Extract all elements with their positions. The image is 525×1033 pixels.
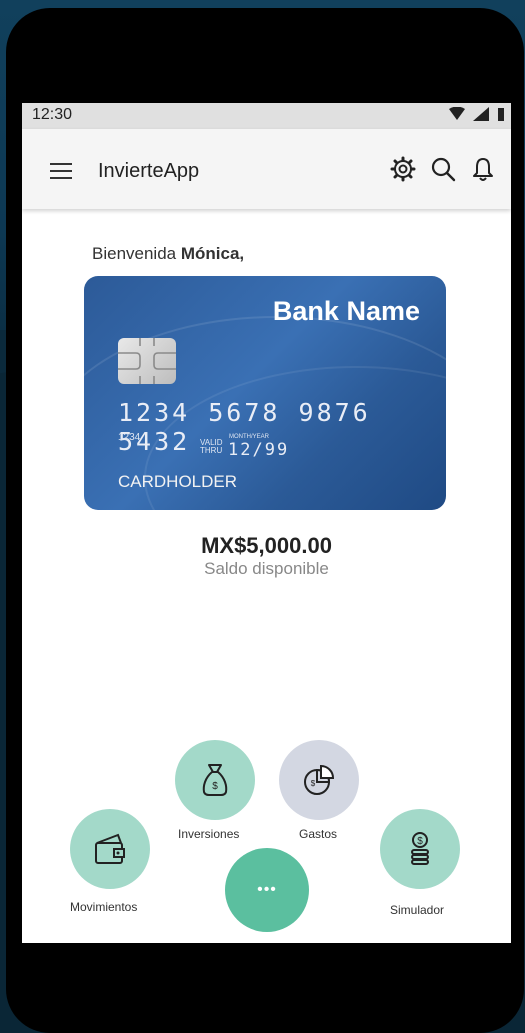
money-bag-icon: $ [202,764,228,796]
coins-icon: $ [411,832,429,865]
movimientos-button[interactable] [70,809,150,889]
appbar-actions [389,155,497,183]
gastos-button[interactable]: $ [279,740,359,820]
simulador-label: Simulador [390,903,445,917]
inversiones-label: Inversiones [178,827,240,841]
gastos-label: Gastos [299,827,338,841]
bell-icon[interactable] [469,155,497,183]
more-dots-icon: ••• [257,881,277,898]
svg-text:$: $ [212,781,218,792]
card-chip-icon [118,338,176,384]
card-valid-thru-label: VALID THRU [200,439,223,455]
app-screen: 12:30 InvierteApp Bienvenida Mónica, Ban… [22,103,511,943]
card-short-number: 1234 [118,432,141,443]
simulador-button[interactable]: $ [380,809,460,889]
app-title: InvierteApp [98,160,200,182]
status-bar: 12:30 [22,103,511,129]
bank-card[interactable]: Bank Name 1234 5678 9876 5432 1234 VALID… [84,276,446,510]
app-bar: InvierteApp [22,129,511,209]
thru-label: THRU [200,446,223,455]
more-actions-button[interactable]: ••• [225,848,309,932]
welcome-greeting: Bienvenida Mónica, [92,244,244,264]
balance-label: Saldo disponible [204,559,329,578]
menu-icon[interactable] [50,163,72,179]
wallet-icon [95,833,125,864]
settings-icon[interactable] [389,155,417,183]
status-icons [449,107,505,121]
greeting-prefix: Bienvenida [92,244,181,263]
greeting-name: Mónica, [180,244,245,263]
card-expiry: 12/99 [228,440,290,460]
movimientos-label: Movimientos [70,900,138,914]
inversiones-button[interactable]: $ [175,740,255,820]
card-bank-name: Bank Name [272,296,420,326]
svg-text:$: $ [417,836,423,847]
pie-chart-icon: $ [304,764,335,795]
signal-icon [473,107,489,121]
battery-icon [498,108,504,121]
search-icon[interactable] [429,155,457,183]
status-time: 12:30 [32,106,73,123]
wifi-icon [449,107,465,120]
balance-amount: MX$5,000.00 [201,533,332,558]
card-holder: CARDHOLDER [118,472,238,491]
svg-text:$: $ [311,779,316,788]
